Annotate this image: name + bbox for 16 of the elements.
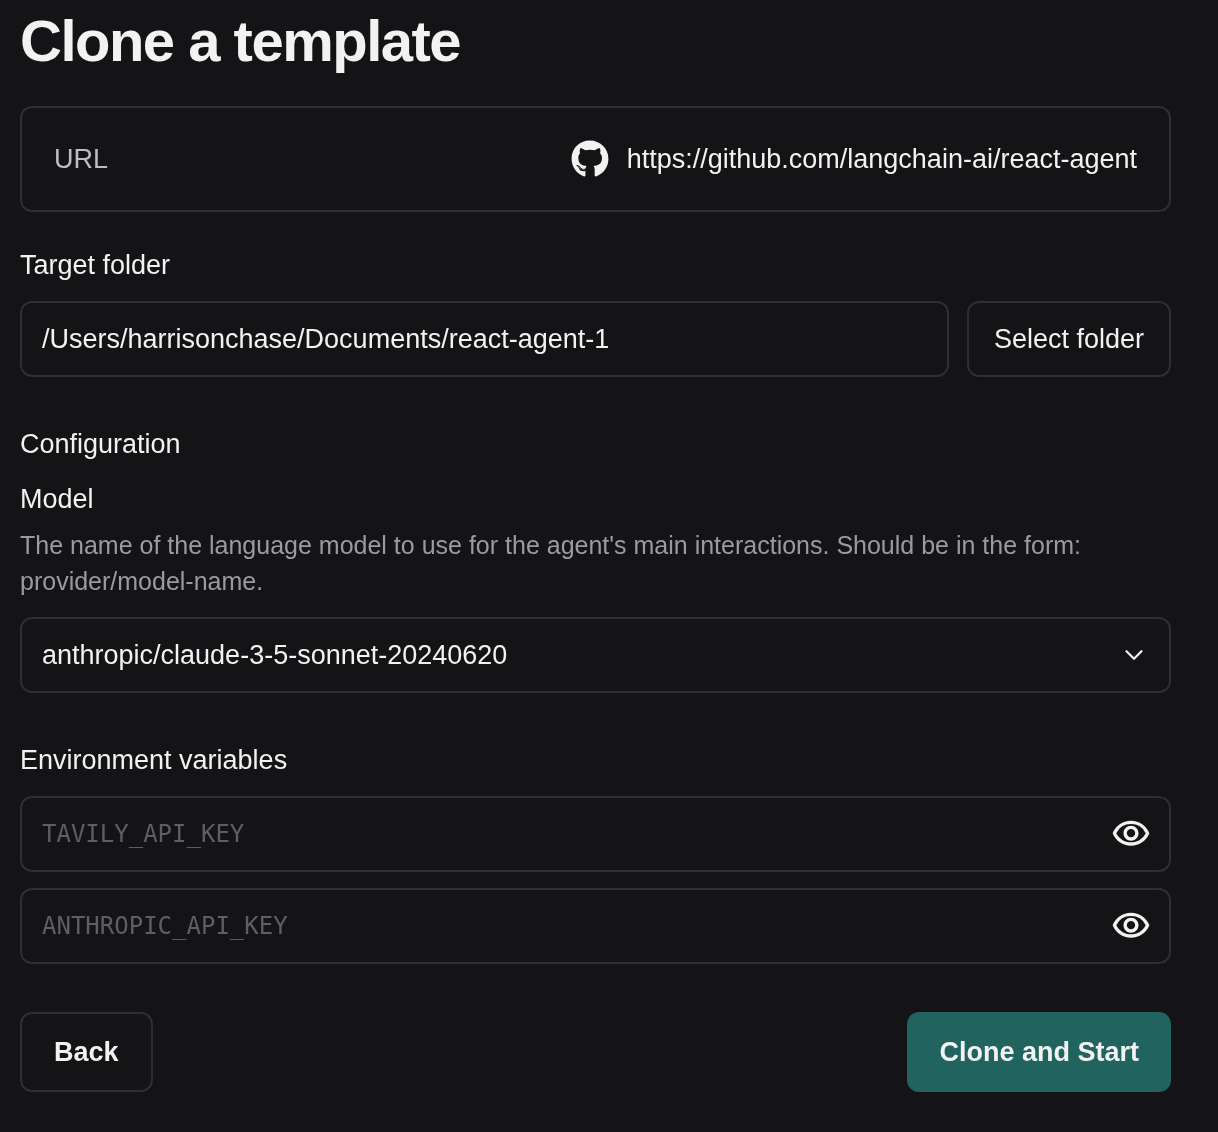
section-heading: Configuration: [20, 429, 182, 460]
field-description: The name of the language model to use for the agent's main interactions. Should be in the form: provider/model-name.: [20, 530, 1082, 597]
section-heading: Environment variables: [20, 745, 289, 776]
folder-path-field[interactable]: /Users/harrisonchase/Documents/react-agent-1: [20, 301, 949, 377]
url-label: URL: [54, 143, 108, 175]
field-label: Target folder: [20, 250, 172, 281]
env-var-field[interactable]: ANTHROPIC_API_KEY: [20, 888, 1171, 964]
select-folder-button[interactable]: Select folder: [966, 301, 1171, 377]
github-icon: [570, 140, 609, 178]
url-value: https://github.com/langchain-ai/react-agent: [626, 143, 1137, 175]
clone-and-start-button[interactable]: Clone and Start: [907, 1012, 1171, 1092]
env-var-field[interactable]: TAVILY_API_KEY: [20, 796, 1171, 872]
page-title: Clone a template: [20, 8, 462, 74]
back-button[interactable]: Back: [20, 1012, 153, 1092]
dropdown-select[interactable]: anthropic/claude-3-5-sonnet-20240620: [20, 617, 1171, 693]
field-label: Model: [20, 484, 95, 515]
